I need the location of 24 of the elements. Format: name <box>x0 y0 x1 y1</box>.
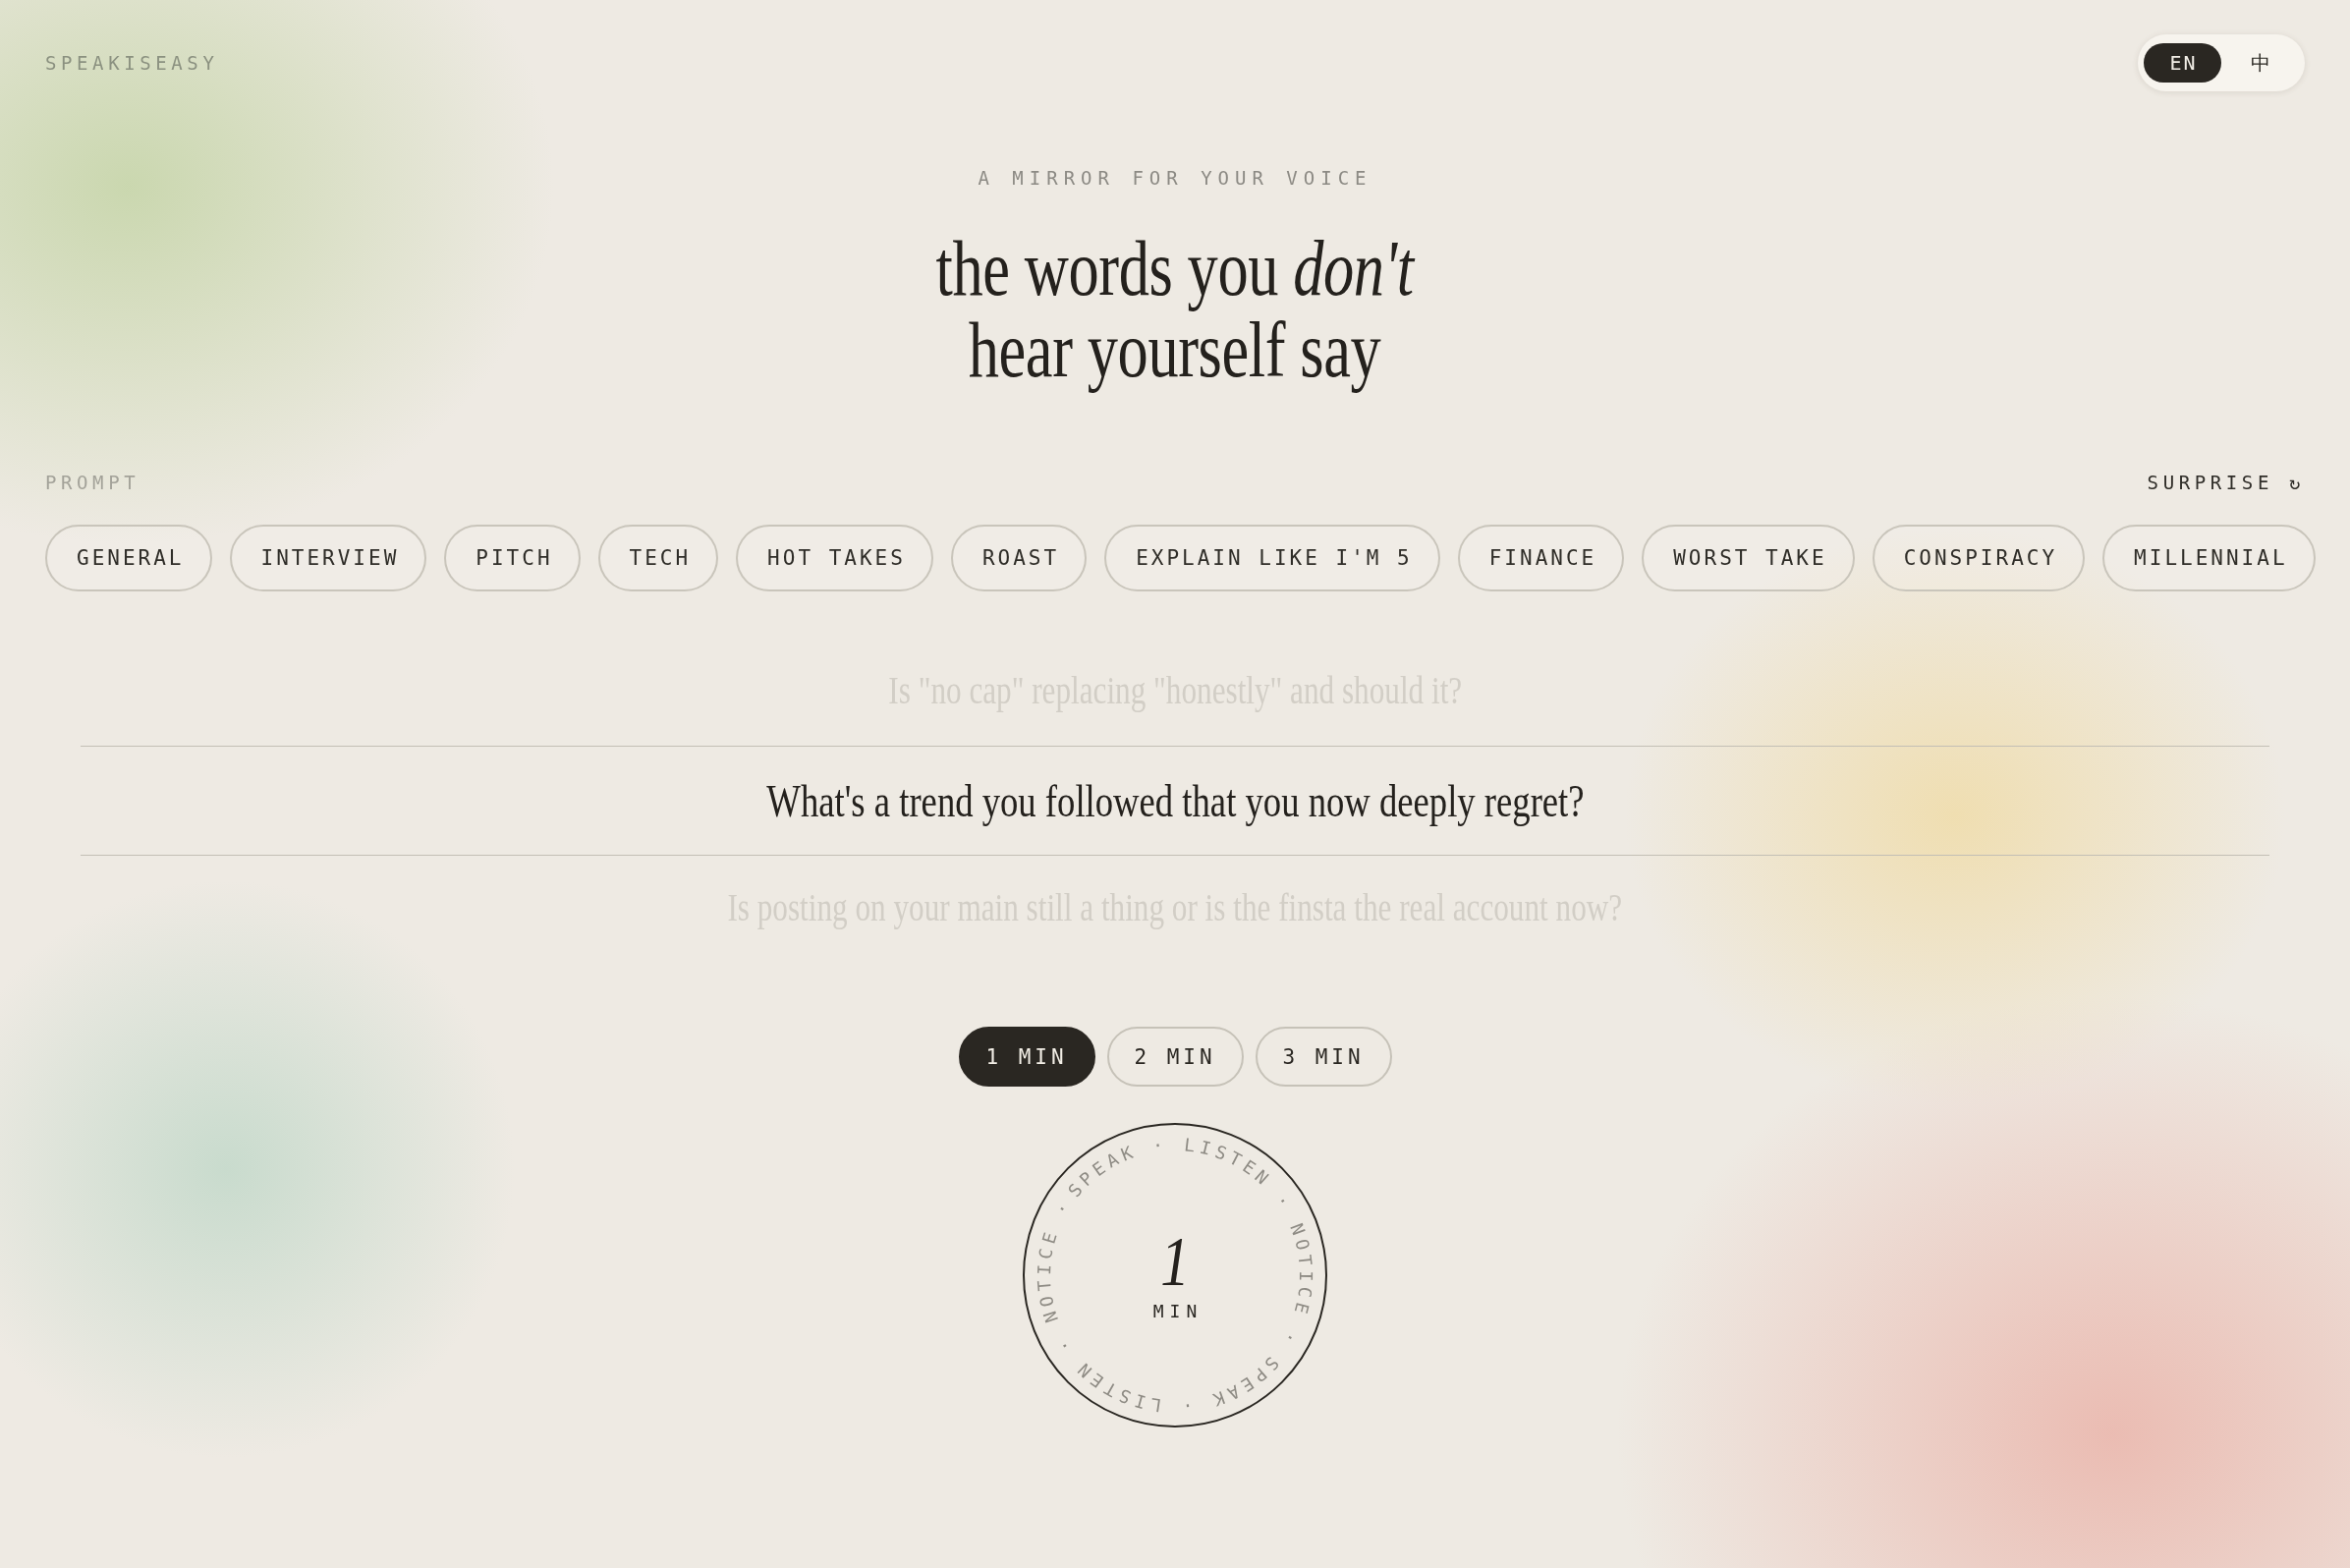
headline: the words you don't hear yourself say <box>936 228 1414 391</box>
language-option[interactable]: 中 <box>2221 43 2299 83</box>
category-chip[interactable]: MILLENNIAL <box>2102 525 2316 591</box>
category-chip[interactable]: WORST TAKE <box>1642 525 1855 591</box>
category-chip[interactable]: TECH <box>597 525 719 591</box>
language-option[interactable]: EN <box>2144 43 2221 83</box>
timer-value: 1 <box>1160 1228 1190 1295</box>
logo-text: SPEAKISEASY <box>45 51 219 75</box>
category-chip[interactable]: CONSPIRACY <box>1872 525 2086 591</box>
category-chip[interactable]: PITCH <box>444 525 581 591</box>
category-chip[interactable]: FINANCE <box>1457 525 1625 591</box>
timer-unit: MIN <box>1151 1301 1203 1322</box>
section-label: PROMPT <box>45 471 140 494</box>
tagline: A MIRROR FOR YOUR VOICE <box>978 166 1372 190</box>
duration-option[interactable]: 3 MIN <box>1255 1027 1392 1087</box>
question-text[interactable]: What's a trend you followed that you now deeply regret? <box>765 772 1585 829</box>
category-chip[interactable]: GENERAL <box>45 525 212 591</box>
surprise-button[interactable]: SURPRISE ↻ <box>2147 471 2305 494</box>
category-chip[interactable]: INTERVIEW <box>229 525 427 591</box>
duration-option[interactable]: 1 MIN <box>958 1027 1095 1087</box>
category-chip[interactable]: HOT TAKES <box>736 525 933 591</box>
category-chip[interactable]: EXPLAIN LIKE I'M 5 <box>1104 525 1440 591</box>
duration-option[interactable]: 2 MIN <box>1106 1027 1244 1087</box>
category-chip[interactable]: ROAST <box>950 525 1088 591</box>
